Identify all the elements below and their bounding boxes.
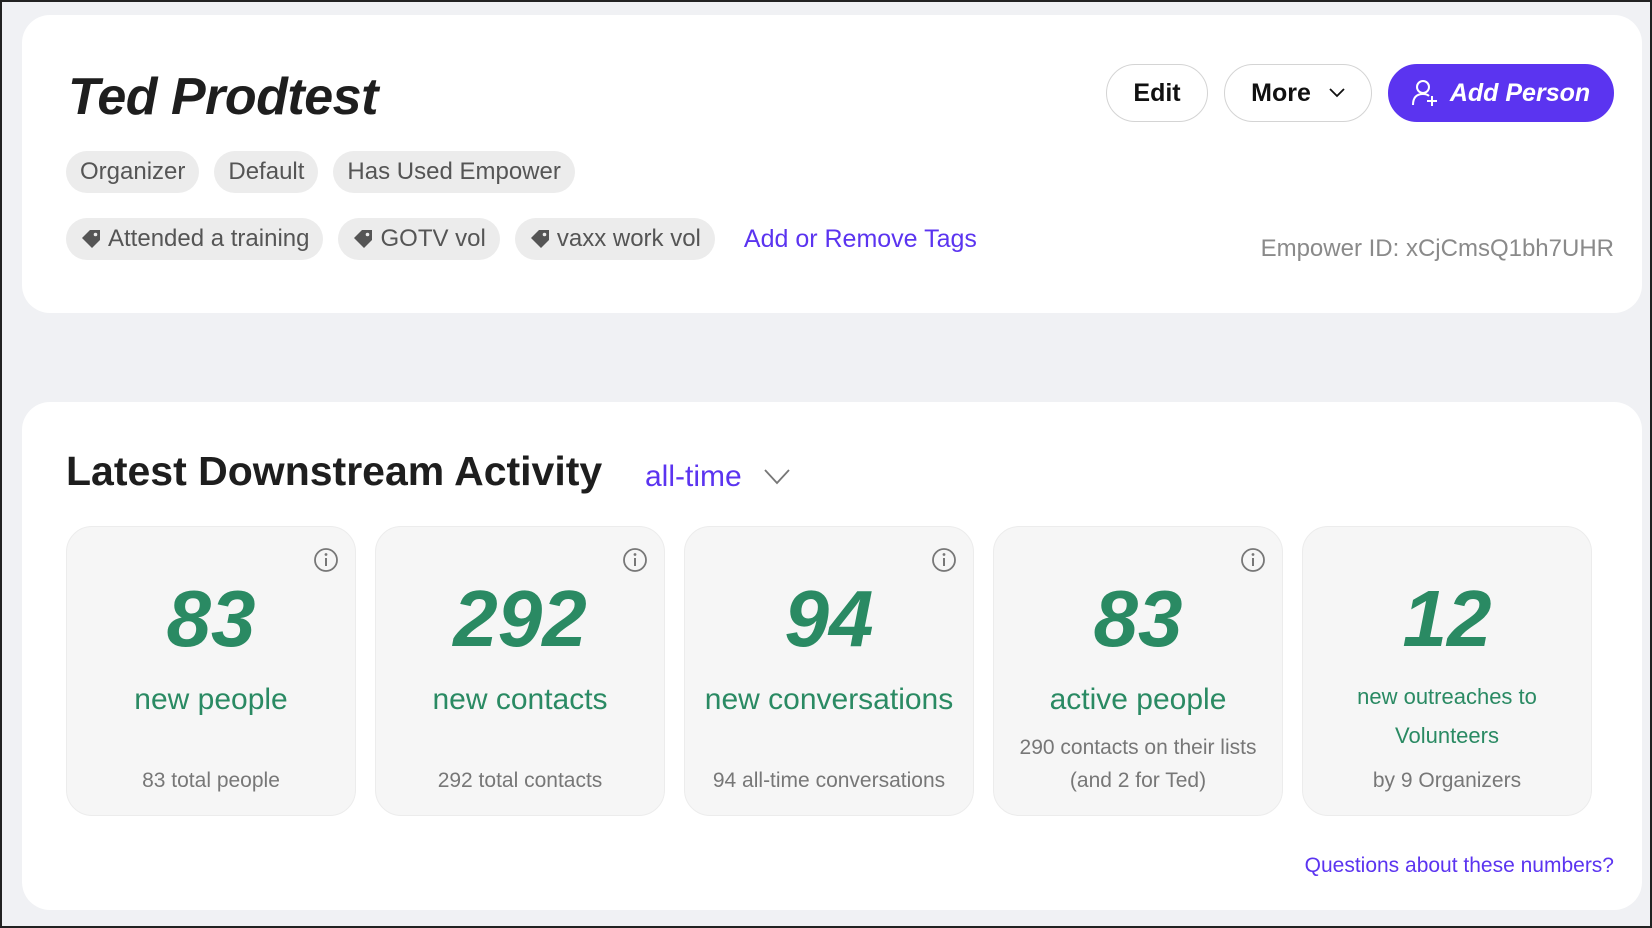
info-icon[interactable] — [313, 547, 339, 573]
stat-card-new-contacts: 292 new contacts 292 total contacts — [375, 526, 665, 816]
stat-footer: 290 contacts on their lists (and 2 for T… — [1019, 736, 1257, 792]
stat-value: 94 — [784, 574, 874, 663]
activity-title: Latest Downstream Activity — [66, 448, 603, 494]
add-remove-tags-link[interactable]: Add or Remove Tags — [744, 225, 977, 254]
stat-label: new contacts — [432, 683, 608, 716]
stat-value: 83 — [1093, 574, 1183, 663]
person-name: Ted Prodtest — [68, 68, 378, 126]
questions-link[interactable]: Questions about these numbers? — [1305, 854, 1614, 878]
tag-list: Attended a training GOTV vol vaxx work v… — [66, 218, 977, 260]
stat-footer: 292 total contacts — [437, 769, 603, 792]
stat-label: active people — [1049, 683, 1227, 716]
chevron-down-icon — [764, 469, 790, 485]
stat-value: 292 — [453, 574, 587, 663]
add-person-label: Add Person — [1449, 78, 1591, 107]
stat-value: 83 — [166, 574, 256, 663]
stat-card-new-conversations: 94 new conversations 94 all-time convers… — [684, 526, 974, 816]
stat-card-new-outreaches: 12 new outreaches to Volunteers by 9 Org… — [1302, 526, 1592, 816]
stat-card-active-people: 83 active people 290 contacts on their l… — [993, 526, 1283, 816]
more-button-label: More — [1251, 78, 1311, 107]
add-person-icon — [1411, 80, 1437, 106]
stat-label: new conversations — [704, 683, 954, 716]
stat-value: 12 — [1402, 574, 1492, 663]
stat-label: new outreaches to Volunteers — [1357, 684, 1537, 748]
time-range-dropdown[interactable]: all-time — [645, 460, 790, 494]
tag-icon — [82, 230, 100, 248]
tag-icon — [354, 230, 373, 248]
tag-badge: Attended a training — [66, 218, 324, 260]
stat-label: new people — [134, 683, 288, 716]
tag-badge: vaxx work vol — [514, 218, 715, 260]
role-badge: Has Used Empower — [333, 151, 575, 193]
info-icon[interactable] — [1240, 547, 1266, 573]
more-button[interactable]: More — [1224, 64, 1372, 122]
time-range-value: all-time — [645, 460, 742, 493]
tag-icon — [530, 230, 549, 248]
profile-actions: Edit More Add Person — [1106, 64, 1614, 122]
profile-card: Ted Prodtest Edit More Add Person Organi… — [22, 15, 1642, 313]
tag-label: vaxx work vol — [556, 225, 701, 252]
role-badge: Organizer — [66, 151, 200, 193]
chevron-down-icon — [1329, 88, 1345, 98]
role-list: Organizer Default Has Used Empower — [66, 151, 575, 193]
stat-footer: by 9 Organizers — [1372, 769, 1522, 792]
stat-card-new-people: 83 new people 83 total people — [66, 526, 356, 816]
stat-footer: 83 total people — [142, 769, 280, 792]
role-badge: Default — [214, 151, 319, 193]
info-icon[interactable] — [931, 547, 957, 573]
edit-button[interactable]: Edit — [1106, 64, 1208, 122]
info-icon[interactable] — [622, 547, 648, 573]
stat-footer: 94 all-time conversations — [712, 769, 946, 792]
add-person-button[interactable]: Add Person — [1388, 64, 1614, 122]
tag-label: GOTV vol — [380, 225, 486, 252]
empower-id: Empower ID: xCjCmsQ1bh7UHR — [1260, 235, 1614, 262]
activity-card: Latest Downstream Activity all-time 83 n… — [22, 402, 1642, 910]
stats-row: 83 new people 83 total people 292 new co… — [66, 526, 1592, 816]
tag-label: Attended a training — [108, 225, 310, 252]
tag-badge: GOTV vol — [338, 218, 500, 260]
